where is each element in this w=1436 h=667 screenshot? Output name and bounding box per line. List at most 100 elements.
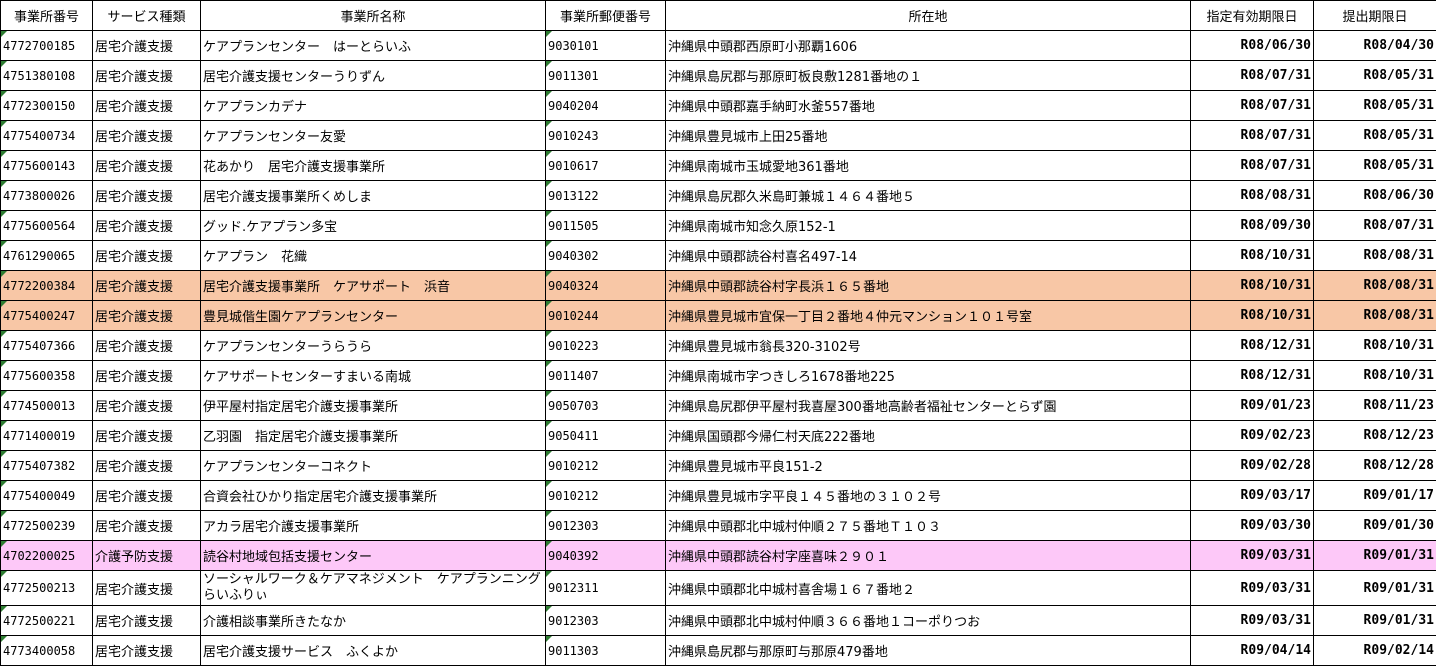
postal-code-cell[interactable]: 9040324: [545, 270, 666, 301]
deadline-date-cell[interactable]: R08/06/30: [1313, 180, 1436, 211]
deadline-date-cell[interactable]: R09/01/31: [1313, 605, 1436, 636]
address-cell[interactable]: 沖縄県島尻郡与那原町板良敷1281番地の１: [665, 60, 1191, 91]
office-number-cell[interactable]: 4775407382: [0, 450, 93, 481]
office-name-cell[interactable]: 花あかり 居宅介護支援事業所: [200, 150, 546, 181]
office-name-cell[interactable]: アカラ居宅介護支援事業所: [200, 510, 546, 541]
service-type-cell[interactable]: 居宅介護支援: [92, 300, 201, 331]
office-name-cell[interactable]: 合資会社ひかり指定居宅介護支援事業所: [200, 480, 546, 511]
postal-code-cell[interactable]: 9050411: [545, 420, 666, 451]
service-type-cell[interactable]: 居宅介護支援: [92, 450, 201, 481]
table-row[interactable]: 4771400019 居宅介護支援 乙羽園 指定居宅介護支援事業所 9050411 沖縄…: [0, 420, 1436, 451]
office-number-cell[interactable]: 4772300150: [0, 90, 93, 121]
office-name-cell[interactable]: ソーシャルワーク＆ケアマネジメント ケアプランニング らいふりぃ: [200, 570, 546, 606]
address-cell[interactable]: 沖縄県島尻郡伊平屋村我喜屋300番地高齢者福祉センターとらず園: [665, 390, 1191, 421]
office-number-cell[interactable]: 4702200025: [0, 540, 93, 571]
postal-code-cell[interactable]: 9010617: [545, 150, 666, 181]
expiry-date-cell[interactable]: R08/12/31: [1190, 330, 1314, 361]
postal-code-cell[interactable]: 9013122: [545, 180, 666, 211]
service-type-cell[interactable]: 居宅介護支援: [92, 60, 201, 91]
office-number-cell[interactable]: 4772700185: [0, 30, 93, 61]
header-postal-code[interactable]: 事業所郵便番号: [545, 0, 666, 31]
header-service-type[interactable]: サービス種類: [92, 0, 201, 31]
expiry-date-cell[interactable]: R09/03/30: [1190, 510, 1314, 541]
expiry-date-cell[interactable]: R08/08/31: [1190, 180, 1314, 211]
office-name-cell[interactable]: 居宅介護支援サービス ふくよか: [200, 635, 546, 666]
table-row[interactable]: 4774500013 居宅介護支援 伊平屋村指定居宅介護支援事業所 9050703 沖縄…: [0, 390, 1436, 421]
office-number-cell[interactable]: 4771400019: [0, 420, 93, 451]
table-row[interactable]: 4775600143 居宅介護支援 花あかり 居宅介護支援事業所 9010617 沖縄県…: [0, 150, 1436, 181]
address-cell[interactable]: 沖縄県中頭郡北中城村仲順３６６番地１コーポりつお: [665, 605, 1191, 636]
office-number-cell[interactable]: 4775400247: [0, 300, 93, 331]
postal-code-cell[interactable]: 9011505: [545, 210, 666, 241]
table-row[interactable]: 4775400049 居宅介護支援 合資会社ひかり指定居宅介護支援事業所 901021…: [0, 480, 1436, 511]
postal-code-cell[interactable]: 9010244: [545, 300, 666, 331]
header-office-name[interactable]: 事業所名称: [200, 0, 546, 31]
expiry-date-cell[interactable]: R09/03/31: [1190, 605, 1314, 636]
address-cell[interactable]: 沖縄県豊見城市平良151-2: [665, 450, 1191, 481]
service-type-cell[interactable]: 介護予防支援: [92, 540, 201, 571]
expiry-date-cell[interactable]: R09/02/28: [1190, 450, 1314, 481]
office-number-cell[interactable]: 4775600564: [0, 210, 93, 241]
office-name-cell[interactable]: ケアサポートセンターすまいる南城: [200, 360, 546, 391]
postal-code-cell[interactable]: 9012311: [545, 570, 666, 606]
deadline-date-cell[interactable]: R08/12/28: [1313, 450, 1436, 481]
expiry-date-cell[interactable]: R08/10/31: [1190, 300, 1314, 331]
office-name-cell[interactable]: ケアプランセンター はーとらいふ: [200, 30, 546, 61]
service-type-cell[interactable]: 居宅介護支援: [92, 210, 201, 241]
deadline-date-cell[interactable]: R08/04/30: [1313, 30, 1436, 61]
office-number-cell[interactable]: 4775600358: [0, 360, 93, 391]
service-type-cell[interactable]: 居宅介護支援: [92, 390, 201, 421]
deadline-date-cell[interactable]: R08/08/31: [1313, 240, 1436, 271]
address-cell[interactable]: 沖縄県中頭郡北中城村仲順２７５番地Ｔ１０３: [665, 510, 1191, 541]
postal-code-cell[interactable]: 9011407: [545, 360, 666, 391]
office-name-cell[interactable]: 乙羽園 指定居宅介護支援事業所: [200, 420, 546, 451]
header-deadline-date[interactable]: 提出期限日: [1313, 0, 1436, 31]
address-cell[interactable]: 沖縄県南城市字つきしろ1678番地225: [665, 360, 1191, 391]
office-name-cell[interactable]: 居宅介護支援事業所くめしま: [200, 180, 546, 211]
office-name-cell[interactable]: 豊見城偕生園ケアプランセンター: [200, 300, 546, 331]
table-row[interactable]: 4751380108 居宅介護支援 居宅介護支援センターうりずん 9011301 沖縄県…: [0, 60, 1436, 91]
postal-code-cell[interactable]: 9011303: [545, 635, 666, 666]
office-name-cell[interactable]: 介護相談事業所きたなか: [200, 605, 546, 636]
postal-code-cell[interactable]: 9040392: [545, 540, 666, 571]
deadline-date-cell[interactable]: R08/10/31: [1313, 360, 1436, 391]
deadline-date-cell[interactable]: R09/01/31: [1313, 540, 1436, 571]
deadline-date-cell[interactable]: R09/01/30: [1313, 510, 1436, 541]
address-cell[interactable]: 沖縄県豊見城市翁長320-3102号: [665, 330, 1191, 361]
service-type-cell[interactable]: 居宅介護支援: [92, 240, 201, 271]
service-type-cell[interactable]: 居宅介護支援: [92, 270, 201, 301]
address-cell[interactable]: 沖縄県南城市知念久原152-1: [665, 210, 1191, 241]
office-number-cell[interactable]: 4773800026: [0, 180, 93, 211]
header-address[interactable]: 所在地: [665, 0, 1191, 31]
office-number-cell[interactable]: 4772500221: [0, 605, 93, 636]
postal-code-cell[interactable]: 9030101: [545, 30, 666, 61]
office-number-cell[interactable]: 4772200384: [0, 270, 93, 301]
deadline-date-cell[interactable]: R08/10/31: [1313, 330, 1436, 361]
deadline-date-cell[interactable]: R08/05/31: [1313, 150, 1436, 181]
service-type-cell[interactable]: 居宅介護支援: [92, 150, 201, 181]
address-cell[interactable]: 沖縄県豊見城市上田25番地: [665, 120, 1191, 151]
address-cell[interactable]: 沖縄県中頭郡北中城村喜舎場１６７番地２: [665, 570, 1191, 606]
table-row[interactable]: 4772200384 居宅介護支援 居宅介護支援事業所 ケアサポート 浜音 90403…: [0, 270, 1436, 301]
office-name-cell[interactable]: ケアプランセンターコネクト: [200, 450, 546, 481]
table-row[interactable]: 4775407382 居宅介護支援 ケアプランセンターコネクト 9010212 沖縄県豊…: [0, 450, 1436, 481]
postal-code-cell[interactable]: 9010212: [545, 450, 666, 481]
address-cell[interactable]: 沖縄県中頭郡西原町小那覇1606: [665, 30, 1191, 61]
table-row[interactable]: 4761290065 居宅介護支援 ケアプラン 花織 9040302 沖縄県中頭郡読谷村…: [0, 240, 1436, 271]
table-row[interactable]: 4772500221 居宅介護支援 介護相談事業所きたなか 9012303 沖縄県中頭郡…: [0, 605, 1436, 636]
office-number-cell[interactable]: 4774500013: [0, 390, 93, 421]
postal-code-cell[interactable]: 9012303: [545, 605, 666, 636]
table-row[interactable]: 4702200025 介護予防支援 読谷村地域包括支援センター 9040392 沖縄県中…: [0, 540, 1436, 571]
deadline-date-cell[interactable]: R09/01/17: [1313, 480, 1436, 511]
deadline-date-cell[interactable]: R08/05/31: [1313, 90, 1436, 121]
postal-code-cell[interactable]: 9010212: [545, 480, 666, 511]
address-cell[interactable]: 沖縄県中頭郡読谷村字長浜１６５番地: [665, 270, 1191, 301]
service-type-cell[interactable]: 居宅介護支援: [92, 420, 201, 451]
deadline-date-cell[interactable]: R08/05/31: [1313, 60, 1436, 91]
expiry-date-cell[interactable]: R08/07/31: [1190, 120, 1314, 151]
office-name-cell[interactable]: ケアプラン 花織: [200, 240, 546, 271]
address-cell[interactable]: 沖縄県国頭郡今帰仁村天底222番地: [665, 420, 1191, 451]
table-row[interactable]: 4773400058 居宅介護支援 居宅介護支援サービス ふくよか 9011303 沖縄…: [0, 635, 1436, 666]
expiry-date-cell[interactable]: R08/07/31: [1190, 60, 1314, 91]
address-cell[interactable]: 沖縄県中頭郡読谷村字座喜味２９０１: [665, 540, 1191, 571]
